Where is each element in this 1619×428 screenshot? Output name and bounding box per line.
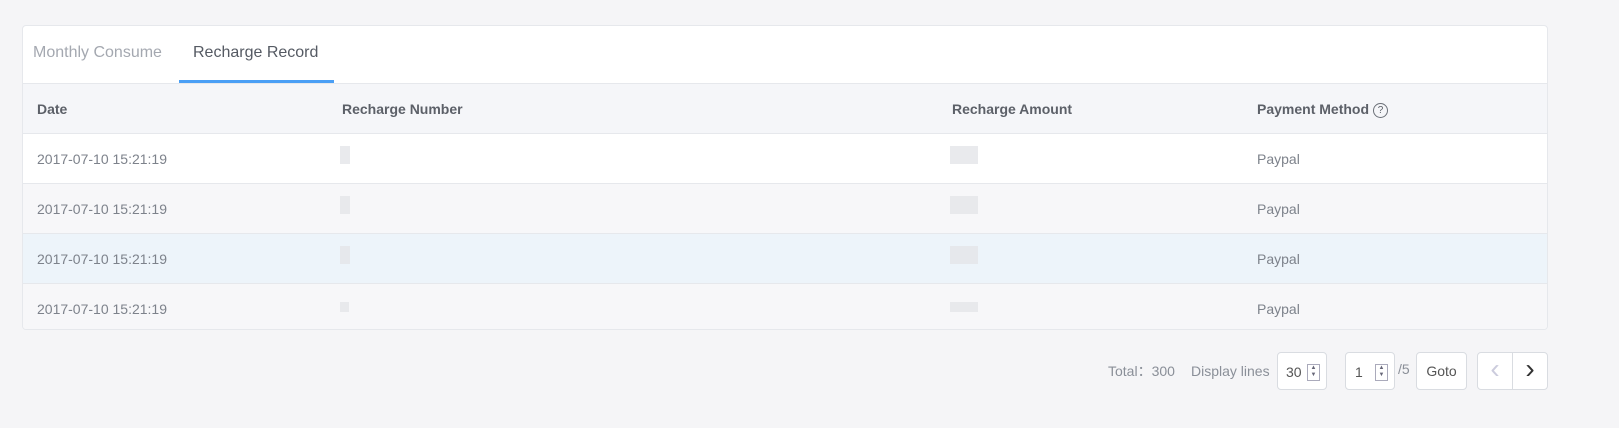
redacted-number: [340, 302, 349, 312]
table-row: 2017-07-10 15:21:19 Paypal: [23, 234, 1547, 284]
table-row: 2017-07-10 15:21:19 Paypal: [23, 284, 1547, 329]
header-recharge-amount: Recharge Amount: [952, 101, 1073, 117]
active-tab-indicator: [179, 80, 334, 83]
recharge-card: Monthly Consume Recharge Record Date Rec…: [22, 25, 1548, 330]
prev-page-button[interactable]: ‹: [1477, 352, 1513, 390]
redacted-amount: [950, 146, 978, 164]
help-icon[interactable]: ?: [1373, 102, 1389, 118]
method-cell: Paypal: [1257, 251, 1300, 267]
page-size-stepper[interactable]: 30 ▲ ▼: [1277, 352, 1327, 390]
date-cell: 2017-07-10 15:21:19: [37, 251, 167, 267]
next-page-button[interactable]: ›: [1512, 352, 1548, 390]
redacted-number: [340, 246, 350, 264]
tab-bar: Monthly Consume Recharge Record: [23, 26, 1547, 84]
page-number-stepper[interactable]: 1 ▲ ▼: [1345, 352, 1395, 390]
display-lines-label: Display lines: [1191, 363, 1270, 379]
redacted-number: [340, 196, 350, 214]
header-payment-method: Payment Method?: [1257, 101, 1389, 118]
date-cell: 2017-07-10 15:21:19: [37, 301, 167, 317]
redacted-number: [340, 146, 350, 164]
tab-recharge-record[interactable]: Recharge Record: [193, 44, 318, 62]
total-count: Total：300: [1108, 363, 1175, 379]
method-cell: Paypal: [1257, 201, 1300, 217]
goto-button[interactable]: Goto: [1416, 352, 1467, 390]
table-row: 2017-07-10 15:21:19 Paypal: [23, 134, 1547, 184]
tab-monthly-consume[interactable]: Monthly Consume: [33, 44, 162, 62]
spinner-icon[interactable]: ▲ ▼: [1307, 364, 1320, 381]
redacted-amount: [950, 246, 978, 264]
date-cell: 2017-07-10 15:21:19: [37, 151, 167, 167]
table-header: Date Recharge Number Recharge Amount Pay…: [23, 84, 1547, 134]
header-date: Date: [37, 101, 68, 117]
page-count: /5: [1398, 361, 1410, 377]
redacted-amount: [950, 302, 978, 312]
redacted-amount: [950, 196, 978, 214]
method-cell: Paypal: [1257, 301, 1300, 317]
header-recharge-number: Recharge Number: [342, 101, 463, 117]
table-row: 2017-07-10 15:21:19 Paypal: [23, 184, 1547, 234]
method-cell: Paypal: [1257, 151, 1300, 167]
spinner-icon[interactable]: ▲ ▼: [1375, 364, 1388, 381]
date-cell: 2017-07-10 15:21:19: [37, 201, 167, 217]
